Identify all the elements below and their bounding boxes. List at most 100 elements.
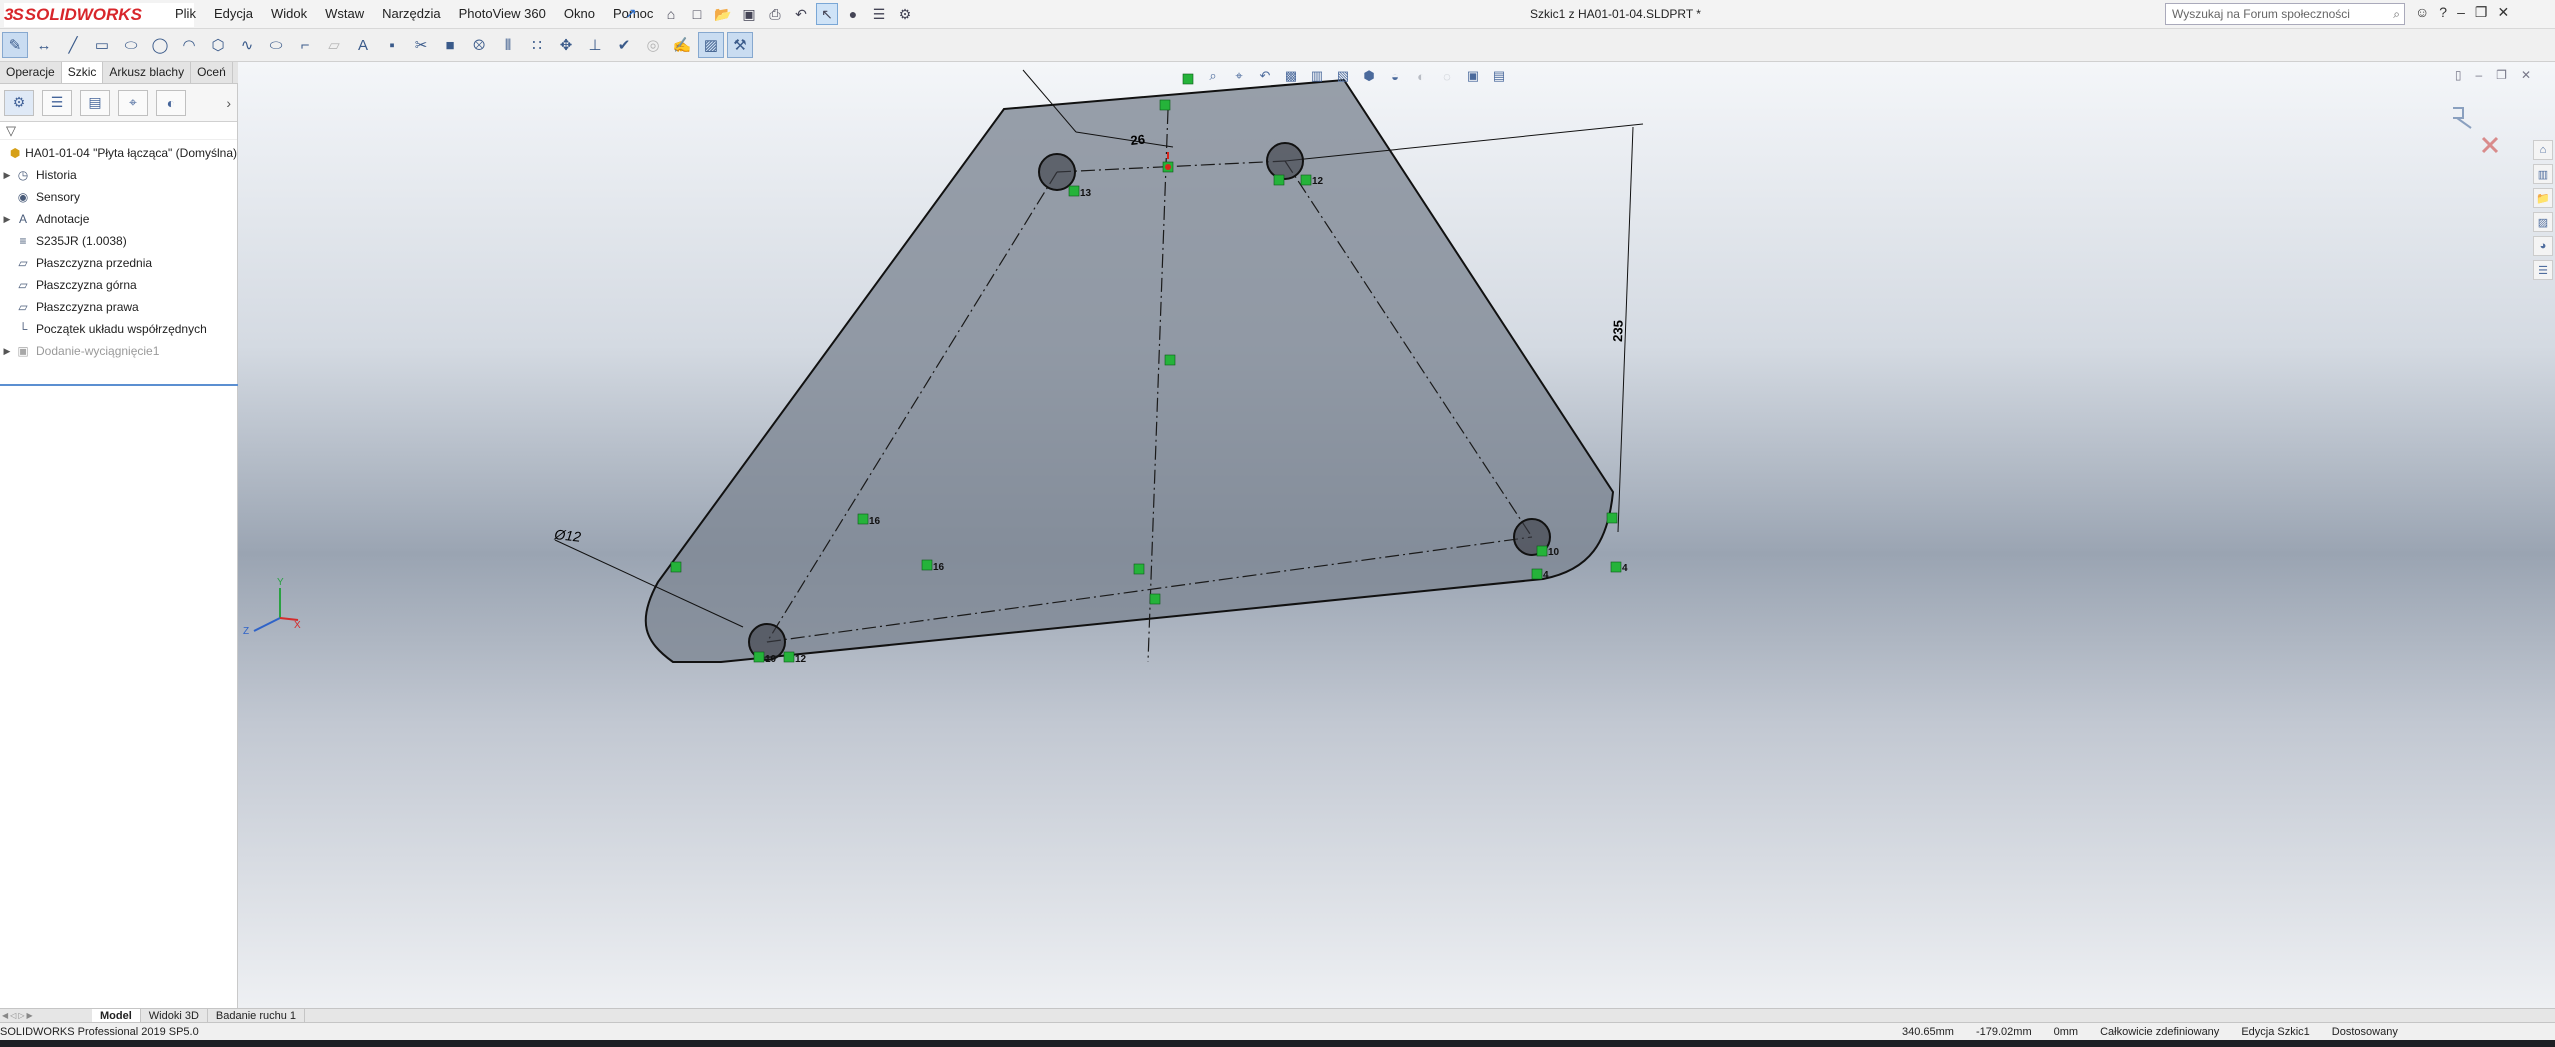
- view-settings-icon[interactable]: ▣: [1463, 66, 1483, 86]
- rapid-sketch-icon[interactable]: ⚒: [727, 32, 753, 58]
- convert-entities-icon[interactable]: ■: [437, 32, 463, 58]
- viewport-restore-icon[interactable]: ❐: [2496, 68, 2507, 82]
- offset-icon[interactable]: ⮾: [466, 32, 492, 58]
- first-tab-icon[interactable]: ◀: [2, 1011, 8, 1020]
- tree-item[interactable]: ▱ Płaszczyzna przednia: [0, 252, 237, 274]
- save-icon[interactable]: ▣: [738, 3, 760, 25]
- hide-show-items-icon[interactable]: ◒: [1385, 66, 1405, 86]
- menu-item[interactable]: Narzędzia: [382, 6, 441, 21]
- new-document-icon[interactable]: □: [686, 3, 708, 25]
- expand-arrow-icon[interactable]: ▶: [0, 170, 14, 181]
- print-icon[interactable]: ⎙: [764, 3, 786, 25]
- tree-filter[interactable]: ▽: [0, 122, 237, 140]
- tree-item[interactable]: ◉ Sensory: [0, 186, 237, 208]
- view-orientation-icon[interactable]: ▧: [1333, 66, 1353, 86]
- solidworks-resources-icon[interactable]: ⌂: [2533, 140, 2553, 160]
- undo-icon[interactable]: ↶: [790, 3, 812, 25]
- search-input[interactable]: Wyszukaj na Forum społeczności ⌕: [2165, 3, 2405, 25]
- tree-item[interactable]: ▶ ◷ Historia: [0, 164, 237, 186]
- help-icon[interactable]: ?: [2439, 4, 2447, 21]
- close-icon[interactable]: ✕: [2497, 4, 2509, 21]
- line-icon[interactable]: ╱: [60, 32, 86, 58]
- viewport-minimize-icon[interactable]: –: [2475, 68, 2482, 82]
- section-view-icon[interactable]: ▩: [1281, 66, 1301, 86]
- chevron-right-icon[interactable]: ›: [226, 95, 231, 111]
- instant2d-icon[interactable]: ✍: [669, 32, 695, 58]
- view-palette-icon[interactable]: ▨: [2533, 212, 2553, 232]
- tree-item[interactable]: ▶ ▣ Dodanie-wyciągnięcie1: [0, 340, 237, 362]
- viewport-split-icon[interactable]: ▯: [2455, 68, 2462, 82]
- search-icon[interactable]: ⌕: [2393, 7, 2400, 22]
- menu-item[interactable]: Edycja: [214, 6, 253, 21]
- rectangle-icon[interactable]: ▭: [89, 32, 115, 58]
- plate-outline[interactable]: [644, 78, 1615, 663]
- polygon-icon[interactable]: ⬡: [205, 32, 231, 58]
- solidworks-logo[interactable]: 3S SOLIDWORKS: [4, 3, 194, 27]
- sketch-icon[interactable]: ✎: [2, 32, 28, 58]
- prev-tab-icon[interactable]: ◁: [10, 1011, 16, 1020]
- fillet-icon[interactable]: ⌐: [292, 32, 318, 58]
- minimize-icon[interactable]: –: [2457, 4, 2465, 21]
- next-tab-icon[interactable]: ▷: [18, 1011, 24, 1020]
- menu-item[interactable]: Widok: [271, 6, 307, 21]
- tree-item[interactable]: └ Początek układu współrzędnych: [0, 318, 237, 340]
- display-relations-icon[interactable]: ⊥: [582, 32, 608, 58]
- previous-view-icon[interactable]: ↶: [1255, 66, 1275, 86]
- spline-icon[interactable]: ∿: [234, 32, 260, 58]
- dimxpert-tab-icon[interactable]: ⌖: [118, 89, 148, 116]
- menu-item[interactable]: Plik: [175, 6, 196, 21]
- view-triad[interactable]: Y Z X: [243, 577, 301, 637]
- repair-sketch-icon[interactable]: ✔: [611, 32, 637, 58]
- feature-manager-tab-icon[interactable]: ⚙: [4, 89, 34, 116]
- tree-item[interactable]: ≡ S235JR (1.0038): [0, 230, 237, 252]
- sketch-canvas[interactable]: 26 235 Ø12 13 12 16 16 10 12 10 4 4 Y Z …: [238, 62, 2555, 1008]
- command-tab[interactable]: Oceń: [191, 62, 233, 83]
- select-cursor-icon[interactable]: ↖: [816, 3, 838, 25]
- pin-menu-icon[interactable]: ↗: [625, 5, 637, 22]
- restore-icon[interactable]: ❐: [2475, 4, 2488, 21]
- zoom-to-fit-icon[interactable]: ⌕: [1203, 66, 1223, 86]
- expand-arrow-icon[interactable]: ▶: [0, 346, 14, 357]
- linear-pattern-icon[interactable]: ∷: [524, 32, 550, 58]
- circle-icon[interactable]: ◯: [147, 32, 173, 58]
- property-manager-tab-icon[interactable]: ☰: [42, 89, 72, 116]
- viewport-close-icon[interactable]: ✕: [2521, 68, 2531, 82]
- options-gear-icon[interactable]: ⚙: [894, 3, 916, 25]
- arc-icon[interactable]: ◠: [176, 32, 202, 58]
- configuration-manager-tab-icon[interactable]: ▤: [80, 89, 110, 116]
- appearances-icon[interactable]: ◕: [2533, 236, 2553, 256]
- file-properties-icon[interactable]: ☰: [868, 3, 890, 25]
- mirror-icon[interactable]: ⫴: [495, 32, 521, 58]
- command-tab[interactable]: Operacje: [0, 62, 62, 83]
- graphics-area[interactable]: 26 235 Ø12 13 12 16 16 10 12 10 4 4 Y Z …: [238, 62, 2555, 1008]
- expand-arrow-icon[interactable]: ▶: [0, 214, 14, 225]
- trim-icon[interactable]: ✂: [408, 32, 434, 58]
- bottom-tab[interactable]: Widoki 3D: [141, 1008, 208, 1023]
- units-customization[interactable]: Dostosowany: [2332, 1026, 2398, 1038]
- text-icon[interactable]: A: [350, 32, 376, 58]
- open-folder-icon[interactable]: 📂: [712, 3, 734, 25]
- move-entities-icon[interactable]: ✥: [553, 32, 579, 58]
- bottom-tab[interactable]: Badanie ruchu 1: [208, 1008, 306, 1023]
- slot-icon[interactable]: ⬭: [118, 32, 144, 58]
- realview-icon[interactable]: ▤: [1489, 66, 1509, 86]
- rebuild-traffic-light-icon[interactable]: ●: [842, 3, 864, 25]
- ellipse-icon[interactable]: ⬭: [263, 32, 289, 58]
- menu-item[interactable]: Okno: [564, 6, 595, 21]
- tree-item[interactable]: ⬢ HA01-01-04 "Płyta łącząca" (Domyślna): [0, 142, 237, 164]
- dynamic-annotation-icon[interactable]: ▥: [1307, 66, 1327, 86]
- last-tab-icon[interactable]: ▶: [26, 1011, 32, 1020]
- file-explorer-icon[interactable]: 📁: [2533, 188, 2553, 208]
- user-icon[interactable]: ☺: [2415, 4, 2429, 21]
- home-icon[interactable]: ⌂: [660, 3, 682, 25]
- menu-item[interactable]: PhotoView 360: [459, 6, 546, 21]
- tree-item[interactable]: ▶ A Adnotacje: [0, 208, 237, 230]
- custom-properties-icon[interactable]: ☰: [2533, 260, 2553, 280]
- zoom-area-icon[interactable]: ⌖: [1229, 66, 1249, 86]
- display-manager-tab-icon[interactable]: ◐: [156, 89, 186, 116]
- bottom-tab[interactable]: Model: [92, 1008, 141, 1023]
- filter-icon[interactable]: ▽: [6, 123, 16, 139]
- shaded-sketch-icon[interactable]: ▨: [698, 32, 724, 58]
- tree-item[interactable]: ▱ Płaszczyzna prawa: [0, 296, 237, 318]
- display-style-icon[interactable]: ⬢: [1359, 66, 1379, 86]
